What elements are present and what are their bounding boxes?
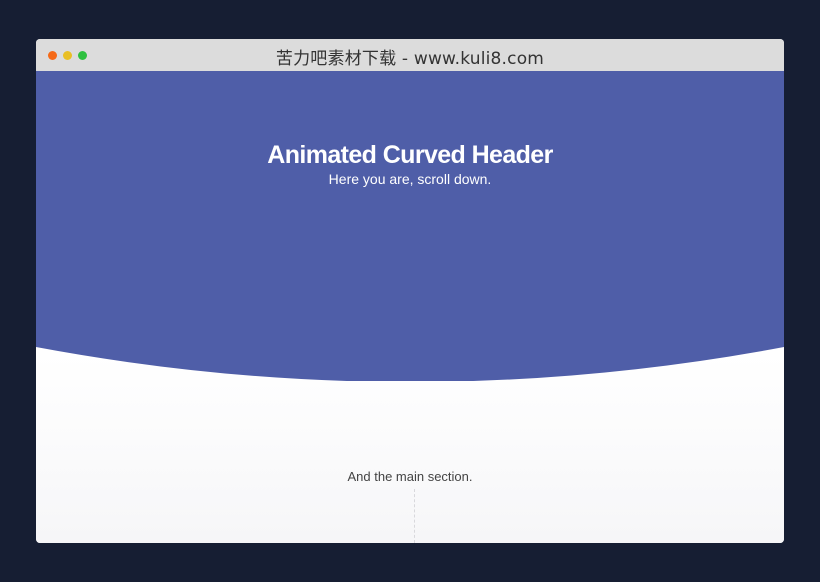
curved-header-shape [36, 71, 784, 381]
curved-header-background [36, 71, 784, 381]
browser-window: 苦力吧素材下载 - www.kuli8.com Animated Curved … [36, 39, 784, 543]
header-title: Animated Curved Header [267, 141, 553, 169]
main-section-divider [414, 489, 415, 543]
page-viewport[interactable]: Animated Curved Header Here you are, scr… [36, 71, 784, 543]
window-title: 苦力吧素材下载 - www.kuli8.com [275, 49, 545, 69]
main-section-text: And the main section. [347, 469, 473, 484]
header-subtitle: Here you are, scroll down. [328, 171, 492, 187]
window-titlebar: 苦力吧素材下载 - www.kuli8.com [36, 39, 784, 71]
